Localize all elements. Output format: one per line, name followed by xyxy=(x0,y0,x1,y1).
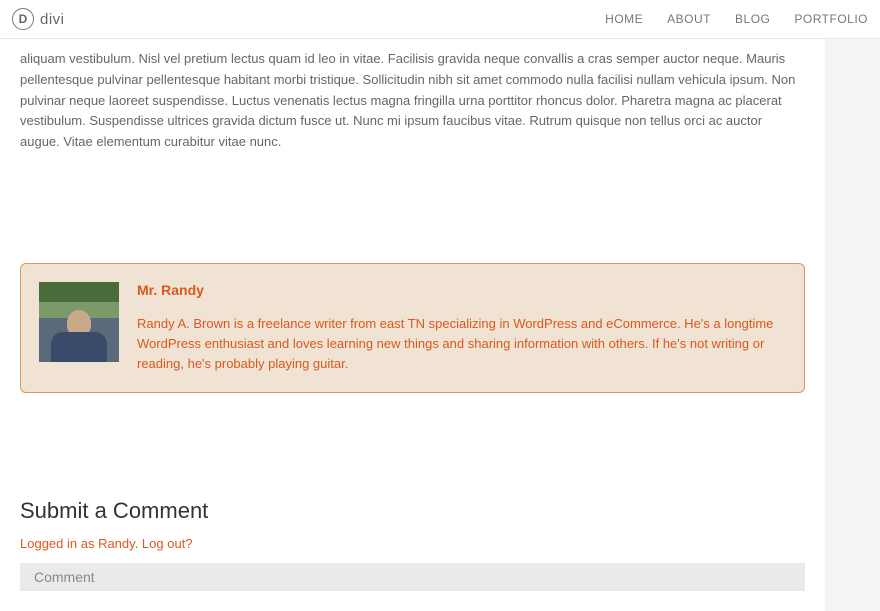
logo-icon: D xyxy=(12,8,34,30)
logged-in-status: Logged in as Randy. Log out? xyxy=(20,536,805,551)
nav-home[interactable]: HOME xyxy=(605,12,643,26)
author-name[interactable]: Mr. Randy xyxy=(137,282,786,298)
primary-nav: HOME ABOUT BLOG PORTFOLIO xyxy=(605,12,868,26)
site-header: D divi HOME ABOUT BLOG PORTFOLIO xyxy=(0,0,880,39)
author-box: Mr. Randy Randy A. Brown is a freelance … xyxy=(20,263,805,393)
logo-text: divi xyxy=(40,11,65,28)
comment-input[interactable] xyxy=(20,563,805,591)
content-wrap: aliquam vestibulum. Nisl vel pretium lec… xyxy=(0,39,880,611)
sidebar xyxy=(825,39,880,611)
separator-dot: . xyxy=(135,536,142,551)
author-info: Mr. Randy Randy A. Brown is a freelance … xyxy=(137,282,786,374)
main-column: aliquam vestibulum. Nisl vel pretium lec… xyxy=(0,39,825,611)
author-bio: Randy A. Brown is a freelance writer fro… xyxy=(137,314,786,374)
article-body: aliquam vestibulum. Nisl vel pretium lec… xyxy=(20,49,805,153)
nav-blog[interactable]: BLOG xyxy=(735,12,770,26)
logo[interactable]: D divi xyxy=(12,8,65,30)
author-avatar xyxy=(39,282,119,362)
comment-form-heading: Submit a Comment xyxy=(20,498,805,524)
logout-link[interactable]: Log out? xyxy=(142,536,193,551)
nav-about[interactable]: ABOUT xyxy=(667,12,711,26)
nav-portfolio[interactable]: PORTFOLIO xyxy=(794,12,868,26)
logged-in-user-link[interactable]: Logged in as Randy xyxy=(20,536,135,551)
